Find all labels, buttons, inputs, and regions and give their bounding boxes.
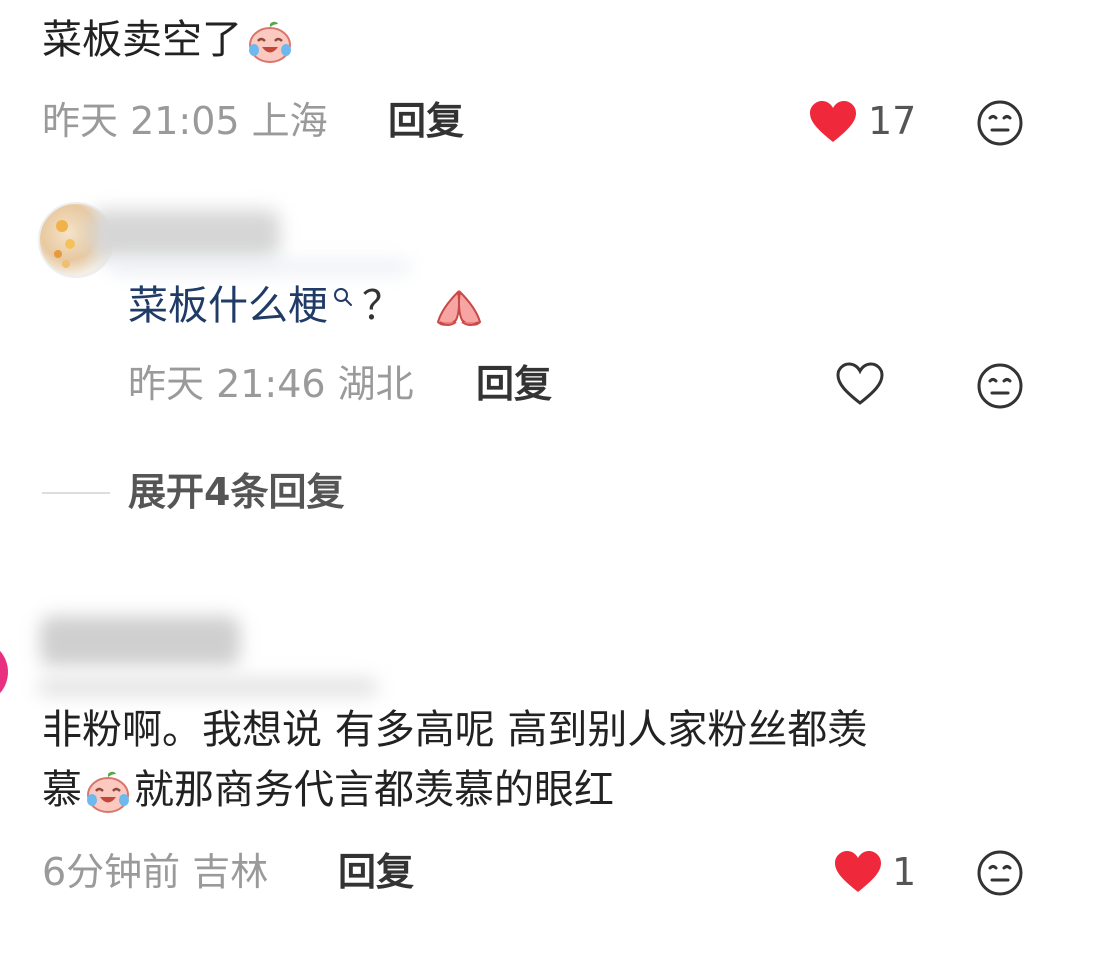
timestamp-location: 昨天 21:46 湖北: [128, 362, 414, 406]
comment-3-text-line-2: 慕 就那商务代言都羡慕的眼红: [42, 770, 614, 814]
comment-3-text-line-1: 非粉啊。我想说 有多高呢 高到别人家粉丝都羡: [42, 707, 868, 753]
username-underline-blurred: [38, 678, 378, 696]
comment-1-text: 菜板卖空了: [42, 20, 294, 64]
comment-text: 就那商务代言都羡慕的眼红: [134, 767, 614, 813]
comment-text: 菜板卖空了: [42, 17, 242, 63]
timestamp-location: 昨天 21:05 上海: [42, 99, 328, 143]
username-underline-blurred: [110, 262, 410, 272]
avatar[interactable]: [0, 640, 8, 704]
meh-face-icon: [977, 100, 1023, 146]
like-button[interactable]: [833, 850, 883, 894]
praying-hands-emoji-icon: [432, 286, 486, 330]
like-button[interactable]: [808, 100, 858, 144]
comment-1-meta: 昨天 21:05 上海: [42, 102, 328, 140]
comment-2-meta: 昨天 21:46 湖北: [128, 365, 414, 403]
username-blurred[interactable]: [40, 616, 240, 666]
comment-3: 非粉啊。我想说 有多高呢 高到别人家粉丝都羡 慕 就那商务代言都羡慕的眼红 6分…: [0, 600, 1100, 956]
comment-text: 菜板什么梗: [128, 283, 328, 329]
heart-filled-icon: [810, 101, 856, 142]
question-mark: ？: [362, 283, 402, 329]
comment-2: 菜板什么梗 ？ 昨天 21:46 湖北 回复 展开4条回复: [0, 190, 1100, 530]
expand-divider: [42, 492, 110, 494]
search-superscript-icon[interactable]: [332, 286, 354, 308]
reply-button[interactable]: 回复: [388, 102, 464, 140]
username-blurred[interactable]: [90, 210, 280, 258]
dislike-button[interactable]: [976, 849, 1024, 897]
comment-text: 慕: [42, 767, 82, 813]
heart-filled-icon: [835, 851, 881, 892]
reply-button[interactable]: 回复: [338, 853, 414, 891]
like-count: 1: [892, 850, 917, 894]
dislike-button[interactable]: [976, 99, 1024, 147]
comment-3-meta: 6分钟前 吉林: [42, 853, 268, 891]
timestamp-location: 6分钟前 吉林: [42, 850, 269, 894]
comment-2-text: 菜板什么梗 ？: [128, 286, 486, 330]
heart-outline-icon: [836, 362, 884, 405]
crying-laughing-emoji-icon: [84, 770, 132, 814]
meh-face-icon: [977, 363, 1023, 409]
crying-laughing-emoji-icon: [246, 20, 294, 64]
like-button[interactable]: [835, 362, 885, 406]
like-count: 17: [868, 99, 917, 143]
dislike-button[interactable]: [976, 362, 1024, 410]
expand-replies-button[interactable]: 展开4条回复: [128, 473, 344, 511]
reply-button[interactable]: 回复: [476, 365, 552, 403]
comment-1: 菜板卖空了 昨天 21:05 上海 回复 17: [0, 0, 1100, 170]
meh-face-icon: [977, 850, 1023, 896]
